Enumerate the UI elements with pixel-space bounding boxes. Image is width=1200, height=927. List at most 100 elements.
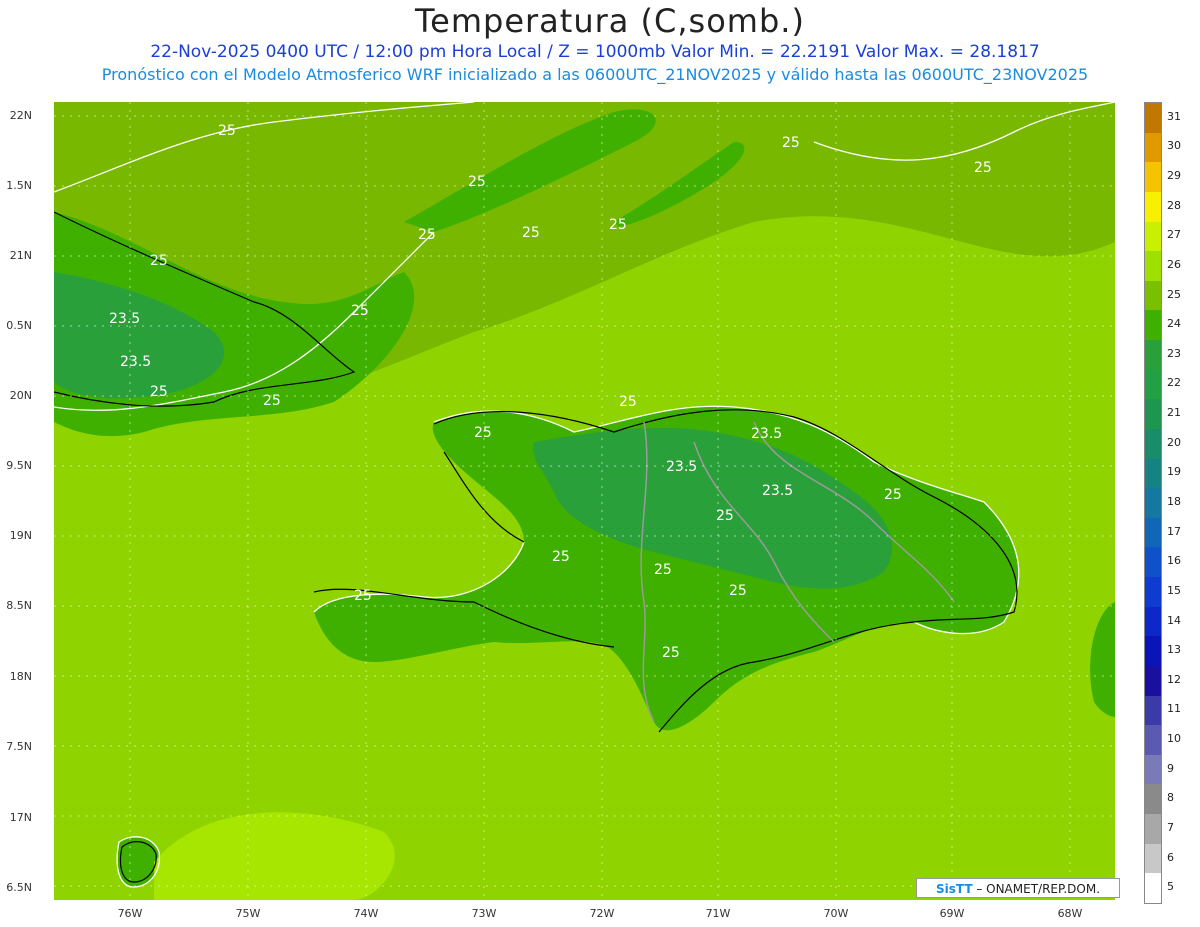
lat-label: 20N: [9, 389, 32, 402]
lon-label: 75W: [235, 907, 261, 920]
color-scale-swatch: [1145, 547, 1161, 577]
lat-label: 21N: [9, 249, 32, 262]
color-scale-label: 31: [1167, 109, 1181, 123]
contour-label: 25: [468, 174, 486, 190]
contour-label: 25: [716, 508, 734, 524]
credit-text: – ONAMET/REP.DOM.: [972, 882, 1101, 896]
color-scale-label: 8: [1167, 791, 1174, 805]
color-scale-swatch: [1145, 695, 1161, 726]
lon-label: 71W: [705, 907, 731, 920]
lat-label: 0.5N: [6, 319, 32, 332]
contour-label: 25: [619, 394, 637, 410]
lon-label: 76W: [117, 907, 143, 920]
temperature-map: 25 25 25 25 25 25 25 25 23.5 23.5 25 25 …: [54, 102, 1115, 900]
color-scale-label: 20: [1167, 435, 1181, 449]
lat-label: 18N: [9, 670, 32, 683]
color-scale-label: 16: [1167, 554, 1181, 568]
contour-label: 25: [662, 645, 680, 661]
model-info-line: Pronóstico con el Modelo Atmosferico WRF…: [101, 65, 1089, 84]
color-scale-label: 9: [1167, 761, 1174, 775]
color-scale-label: 25: [1167, 287, 1181, 301]
color-scale-label: 7: [1167, 820, 1174, 834]
color-scale-swatch: [1145, 873, 1161, 903]
lat-label: 9.5N: [6, 459, 32, 472]
sistt-logo: SisTT: [935, 882, 973, 896]
lat-label: 17N: [9, 811, 32, 824]
lon-label: 74W: [353, 907, 379, 920]
color-scale-swatch: [1145, 606, 1161, 637]
color-scale-label: 11: [1167, 702, 1181, 716]
lat-label: 8.5N: [6, 599, 32, 612]
color-scale-label: 5: [1167, 880, 1174, 894]
color-scale-swatch: [1145, 162, 1161, 192]
lon-label: 68W: [1057, 907, 1083, 920]
color-scale-swatch: [1145, 132, 1161, 163]
lat-label: 19N: [9, 529, 32, 542]
color-scale-label: 24: [1167, 317, 1181, 331]
contour-label: 25: [150, 253, 168, 269]
color-scale-swatch: [1145, 636, 1161, 666]
contour-label: 25: [418, 227, 436, 243]
color-scale-label: 12: [1167, 672, 1181, 686]
color-scale-label: 18: [1167, 495, 1181, 508]
color-scale-swatch: [1145, 488, 1161, 518]
forecast-time-line: 22-Nov-2025 0400 UTC / 12:00 pm Hora Loc…: [150, 42, 1040, 62]
color-scale-label: 21: [1167, 406, 1181, 420]
contour-label: 25: [474, 425, 492, 441]
color-scale-label: 19: [1167, 465, 1181, 479]
contour-label: 23.5: [109, 311, 140, 327]
lat-label: 6.5N: [6, 881, 32, 894]
color-scale-swatch: [1145, 221, 1161, 252]
color-scale-label: 27: [1167, 228, 1181, 242]
color-scale-swatch: [1145, 458, 1161, 489]
color-scale-swatch: [1145, 784, 1161, 814]
contour-label: 23.5: [666, 459, 697, 475]
lat-label: 7.5N: [6, 740, 32, 753]
contour-label: 23.5: [751, 426, 782, 442]
color-scale-bar: [1144, 102, 1162, 904]
contour-label: 25: [884, 487, 902, 503]
color-scale-swatch: [1145, 577, 1161, 607]
map-title: Temperatura (C,somb.): [415, 2, 805, 40]
color-scale-swatch: [1145, 399, 1161, 429]
contour-label: 25: [654, 562, 672, 578]
color-scale-swatch: [1145, 428, 1161, 459]
contour-label: 23.5: [762, 483, 793, 499]
contour-label: 25: [974, 160, 992, 176]
contour-label: 25: [552, 549, 570, 565]
color-scale-label: 23: [1167, 346, 1181, 360]
lat-label: 1.5N: [6, 179, 32, 192]
color-scale-swatch: [1145, 280, 1161, 311]
contour-label: 25: [354, 588, 372, 604]
lon-label: 69W: [939, 907, 965, 920]
color-scale-label: 28: [1167, 198, 1181, 212]
color-scale-label: 30: [1167, 139, 1181, 153]
contour-label: 23.5: [120, 354, 151, 370]
contour-label: 25: [609, 217, 627, 233]
color-scale-swatch: [1145, 843, 1161, 874]
color-scale-swatch: [1145, 191, 1161, 222]
lon-label: 70W: [823, 907, 849, 920]
color-scale-swatch: [1145, 310, 1161, 340]
color-scale-swatch: [1145, 251, 1161, 281]
color-scale-swatch: [1145, 369, 1161, 400]
lat-label: 22N: [9, 109, 32, 122]
lon-label: 73W: [471, 907, 497, 920]
color-scale-swatch: [1145, 517, 1161, 548]
contour-label: 25: [263, 393, 281, 409]
contour-label: 25: [522, 225, 540, 241]
credit-box: SisTT – ONAMET/REP.DOM.: [916, 878, 1120, 898]
color-scale-label: 29: [1167, 169, 1181, 183]
contour-label: 25: [150, 384, 168, 400]
lon-label: 72W: [589, 907, 615, 920]
color-scale-label: 13: [1167, 643, 1181, 657]
color-scale-swatch: [1145, 103, 1161, 133]
contour-label: 25: [729, 583, 747, 599]
color-scale-swatch: [1145, 725, 1161, 755]
color-scale-label: 6: [1167, 850, 1174, 864]
contour-label: 25: [218, 123, 236, 139]
color-scale-swatch: [1145, 340, 1161, 370]
color-scale-label: 26: [1167, 257, 1181, 271]
contour-label: 25: [782, 135, 800, 151]
color-scale-swatch: [1145, 814, 1161, 844]
